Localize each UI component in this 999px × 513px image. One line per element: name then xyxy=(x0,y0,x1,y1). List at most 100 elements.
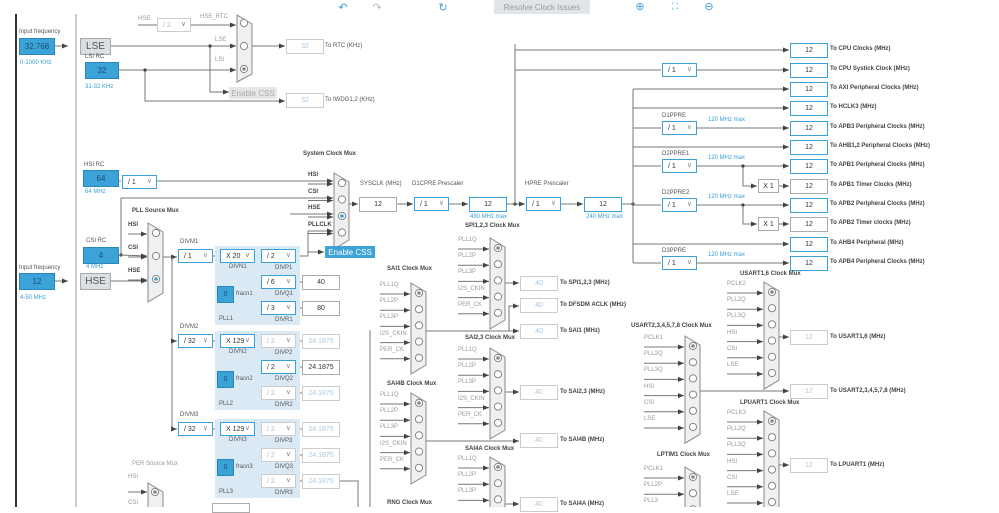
hse-rtc-divider[interactable]: / 2 ∨ xyxy=(157,18,191,32)
divq-2[interactable]: / 2 ∨ xyxy=(261,360,296,374)
hsi-value[interactable]: 64 xyxy=(83,170,119,187)
output-divider-1-value: / 1 xyxy=(668,66,676,74)
lse-button[interactable]: LSE xyxy=(80,38,111,55)
chevron-down-icon: ∨ xyxy=(686,66,692,73)
arrow-icon xyxy=(757,468,763,474)
divr-2[interactable]: / 2 ∨ xyxy=(261,386,296,400)
divp-2-value: / 2 xyxy=(267,337,275,345)
chevron-down-icon: ∨ xyxy=(285,363,291,370)
sai4b-mux-radio xyxy=(414,431,424,440)
d1cpre-prescaler[interactable]: / 1 ∨ xyxy=(414,197,449,211)
output-divider-4-value: / 1 xyxy=(668,124,676,132)
output-label-3: To HCLK3 (MHz) xyxy=(830,104,877,110)
chevron-down-icon: ∨ xyxy=(285,337,291,344)
output-label-8: To APB2 Peripheral Clocks (MHz) xyxy=(830,201,925,207)
enable-css-rtc-button[interactable]: Enable CSS xyxy=(229,87,277,99)
sysclk-label: SYSCLK (MHz) xyxy=(360,181,402,187)
spi123-mux-radio xyxy=(493,292,503,301)
fracn-2[interactable]: 0 xyxy=(217,371,234,388)
hse-button[interactable]: HSE xyxy=(80,273,111,290)
refresh-button[interactable]: ↻ xyxy=(436,0,450,14)
divm-1[interactable]: / 1 ∨ xyxy=(178,249,213,263)
sai23-output-label-0: To SAI2,3 (MHz) xyxy=(560,389,605,395)
lpuart1-mux-radio xyxy=(767,433,777,442)
divp-2[interactable]: / 2 ∨ xyxy=(261,334,296,348)
arrow-icon xyxy=(678,360,684,366)
csi-value[interactable]: 4 xyxy=(83,247,119,264)
output-value-6: 12 xyxy=(790,159,828,174)
chevron-down-icon: ∨ xyxy=(202,252,208,259)
arrow-icon xyxy=(483,372,489,378)
sai1-input-pll1q: PLL1Q xyxy=(380,282,399,288)
clock-wires xyxy=(15,14,789,507)
chevron-down-icon: ∨ xyxy=(686,124,692,131)
arrow-icon xyxy=(757,484,763,490)
hpre-prescaler[interactable]: / 1 ∨ xyxy=(526,197,561,211)
wire xyxy=(508,305,519,331)
divq-2-value: / 2 xyxy=(267,363,275,371)
hse-input-frequency[interactable]: 12 xyxy=(19,273,55,290)
usart2-mux-radio xyxy=(688,390,698,399)
divq-label-3: DIVQ3 xyxy=(275,464,294,470)
divn-1[interactable]: X 20 ∨ xyxy=(220,249,255,263)
chevron-down-icon: ∨ xyxy=(285,477,291,484)
divp-3[interactable]: / 2 ∨ xyxy=(261,422,296,436)
divn-3[interactable]: X 129 ∨ xyxy=(220,422,255,436)
spi123-mux-radio xyxy=(493,308,503,317)
usart2-input-pll3q: PLL3Q xyxy=(644,367,663,374)
enable-css-button[interactable]: Enable CSS xyxy=(325,246,375,258)
zoom-out-button[interactable]: ⊖ xyxy=(702,0,716,13)
spi123-input-pll3p: PLL3P xyxy=(458,269,477,276)
divn-2[interactable]: X 129 ∨ xyxy=(220,334,255,348)
pll-name-1: PLL1 xyxy=(219,316,234,322)
usart2-input-pll2q: PLL2Q xyxy=(644,351,663,358)
rtc-output: 32 xyxy=(286,39,324,54)
lse-input-frequency[interactable]: 32.768 xyxy=(19,38,55,55)
arrow-icon xyxy=(513,328,519,334)
chevron-down-icon: ∨ xyxy=(285,389,291,396)
divr-1[interactable]: / 3 ∨ xyxy=(261,301,296,315)
arrow-icon xyxy=(407,201,413,207)
fit-screen-button[interactable]: ⛶ xyxy=(668,0,682,12)
sai1-output-0: 40 xyxy=(520,324,558,339)
usart16-output-0: 12 xyxy=(790,330,828,345)
resolve-clock-issues-button[interactable]: Resolve Clock Issues xyxy=(494,0,590,14)
usart2-mux-radio xyxy=(688,358,698,367)
output-divider-8[interactable]: / 1 ∨ xyxy=(662,198,697,212)
divp-label-3: DIVP3 xyxy=(275,438,293,444)
selected-dot xyxy=(770,290,774,294)
hse-rtc-input-label: HSE xyxy=(138,16,151,22)
undo-button[interactable]: ↶ xyxy=(336,0,350,14)
rng-partial-box xyxy=(212,503,250,513)
hsi-divider[interactable]: / 1 ∨ xyxy=(122,175,157,189)
divq-3[interactable]: / 2 ∨ xyxy=(261,448,296,462)
divr-3[interactable]: / 2 ∨ xyxy=(261,474,296,488)
output-value-1: 12 xyxy=(790,63,828,78)
fracn-3[interactable]: 0 xyxy=(217,459,234,476)
system-clock-input-hse: HSE xyxy=(308,205,321,211)
junction-dot xyxy=(143,68,147,72)
fracn-1[interactable]: 0 xyxy=(217,286,234,303)
output-label-6: To APB1 Peripheral Clocks (MHz) xyxy=(830,162,925,168)
lsi-value[interactable]: 32 xyxy=(85,62,119,79)
wire xyxy=(742,205,757,225)
divp-1[interactable]: / 2 ∨ xyxy=(261,249,296,263)
divm-2-value: / 32 xyxy=(184,337,196,345)
output-divider-6[interactable]: / 1 ∨ xyxy=(662,159,697,173)
redo-button[interactable]: ↷ xyxy=(370,0,384,14)
output-divider-11[interactable]: / 1 ∨ xyxy=(662,256,697,270)
junction-dot xyxy=(741,164,745,168)
sai4b-mux-radio xyxy=(414,447,424,456)
output-divider-1[interactable]: / 1 ∨ xyxy=(662,63,697,77)
output-divider-8-value: / 1 xyxy=(668,201,676,209)
divm-3[interactable]: / 32 ∨ xyxy=(178,422,213,436)
zoom-in-button[interactable]: ⊕ xyxy=(633,0,647,13)
arrow-icon xyxy=(678,425,684,431)
output-value-9: 12 xyxy=(790,217,828,232)
divm-2[interactable]: / 32 ∨ xyxy=(178,334,213,348)
output-divider-4[interactable]: / 1 ∨ xyxy=(662,121,697,135)
arrow-icon xyxy=(404,323,410,329)
divq-1[interactable]: / 6 ∨ xyxy=(261,275,296,289)
rtc-mux-lse-label: LSE xyxy=(215,37,227,43)
arrow-icon xyxy=(757,290,763,296)
